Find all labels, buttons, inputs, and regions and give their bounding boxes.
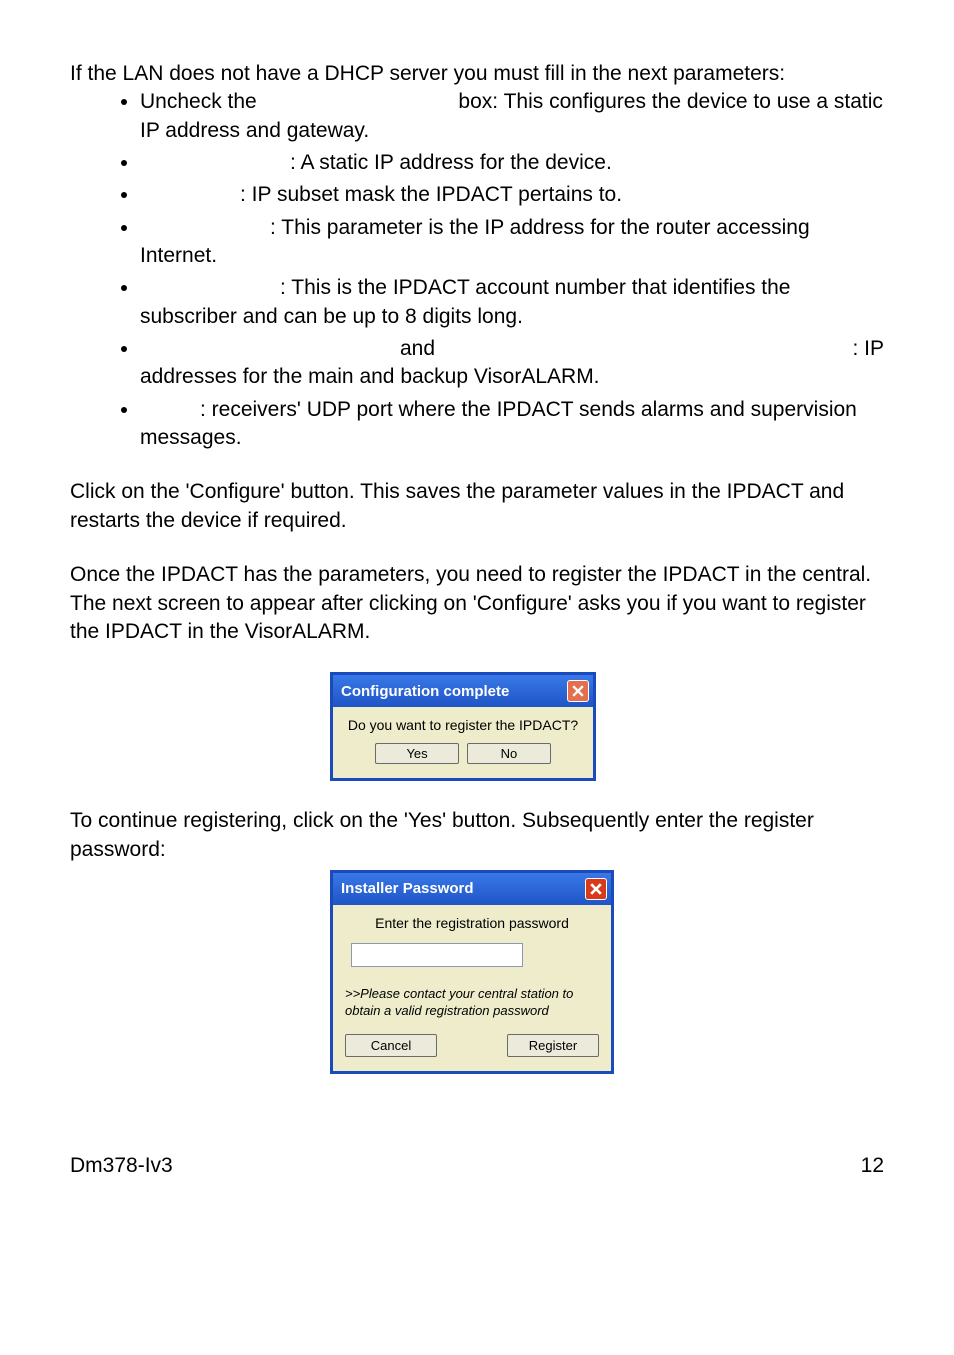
cancel-button[interactable]: Cancel — [345, 1034, 437, 1057]
list-item: : IP subset mask the IPDACT pertains to. — [140, 181, 884, 209]
dialog-title-bar: Configuration complete — [333, 675, 593, 707]
register-button[interactable]: Register — [507, 1034, 599, 1057]
bullet-text: Uncheck the — [140, 90, 257, 113]
bullet-text: : receivers' UDP port where the IPDACT s… — [140, 398, 857, 449]
page-footer: Dm378-Iv3 12 — [70, 1154, 884, 1178]
password-input[interactable] — [351, 943, 523, 967]
bullet-text: : IP subset mask the IPDACT pertains to. — [240, 183, 622, 206]
list-item: and : IP addresses for the main and back… — [140, 335, 884, 392]
bullet-text: and — [400, 337, 435, 360]
paragraph-continue: To continue registering, click on the 'Y… — [70, 807, 884, 864]
dialog-message: Do you want to register the IPDACT? — [343, 717, 583, 733]
bullet-text: addresses for the main and backup VisorA… — [140, 363, 884, 391]
no-button[interactable]: No — [467, 743, 551, 764]
footer-left: Dm378-Iv3 — [70, 1154, 173, 1178]
list-item: : A static IP address for the device. — [140, 149, 884, 177]
yes-button[interactable]: Yes — [375, 743, 459, 764]
close-icon[interactable] — [585, 878, 607, 900]
dialog-instruction: Enter the registration password — [345, 915, 599, 931]
footer-page-number: 12 — [861, 1154, 884, 1178]
bullet-text: : This parameter is the IP address for t… — [140, 216, 810, 267]
bullet-text: : This is the IPDACT account number that… — [140, 276, 790, 327]
bullet-text: : A static IP address for the device. — [290, 151, 612, 174]
dialog-title-text: Installer Password — [341, 880, 474, 897]
dialog-title-text: Configuration complete — [341, 683, 509, 700]
installer-password-dialog: Installer Password Enter the registratio… — [330, 870, 614, 1074]
list-item: : This is the IPDACT account number that… — [140, 274, 884, 331]
dialog-note: >>Please contact your central station to… — [345, 986, 599, 1020]
list-item: Uncheck the box: This configures the dev… — [140, 88, 884, 145]
list-item: : This parameter is the IP address for t… — [140, 214, 884, 271]
dialog-title-bar: Installer Password — [333, 873, 611, 905]
intro-text: If the LAN does not have a DHCP server y… — [70, 60, 884, 88]
config-complete-dialog: Configuration complete Do you want to re… — [330, 672, 596, 781]
paragraph-register-info: Once the IPDACT has the parameters, you … — [70, 561, 884, 646]
list-item: : receivers' UDP port where the IPDACT s… — [140, 396, 884, 453]
paragraph-configure: Click on the 'Configure' button. This sa… — [70, 478, 884, 535]
parameter-list: Uncheck the box: This configures the dev… — [70, 88, 884, 452]
bullet-text: : IP — [852, 335, 884, 363]
close-icon[interactable] — [567, 680, 589, 702]
